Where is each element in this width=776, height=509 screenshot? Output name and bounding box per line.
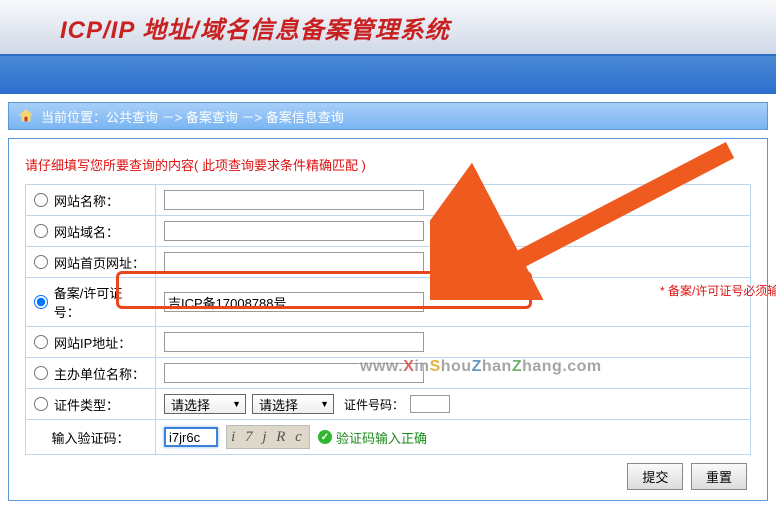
radio-site-home-url[interactable]: 网站首页网址： [34,253,147,272]
radio-cert-type[interactable]: 证件类型： [34,395,147,414]
breadcrumb: 当前位置：公共查询 －> 备案查询 －> 备案信息查询 [8,102,768,130]
captcha-ok: ✓验证码输入正确 [318,428,427,447]
input-site-ip[interactable] [164,332,424,352]
reset-button[interactable]: 重置 [691,463,747,490]
select-cert-type-1[interactable]: 请选择▼ [164,394,246,414]
input-captcha[interactable] [164,427,218,447]
query-form-table: 网站名称： 网站域名： 网站首页网址： 备案/许可证号： 网站IP地址： 主办单… [25,184,751,455]
input-site-domain[interactable] [164,221,424,241]
radio-sponsor-name[interactable]: 主办单位名称： [34,364,147,383]
required-note: * 备案/许可证号必须输入 [660,282,776,299]
captcha-image[interactable]: i 7 j R c [226,425,310,449]
form-instruction: 请仔细填写您所要查询的内容( 此项查询要求条件精确匹配 ) [25,155,751,174]
input-site-home-url[interactable] [164,252,424,272]
button-row: 提交 重置 [25,455,751,490]
input-sponsor-name[interactable] [164,363,424,383]
radio-site-ip[interactable]: 网站IP地址： [34,333,147,352]
select-cert-type-2[interactable]: 请选择▼ [252,394,334,414]
breadcrumb-text: 当前位置：公共查询 －> 备案查询 －> 备案信息查询 [41,107,344,126]
query-form-panel: 请仔细填写您所要查询的内容( 此项查询要求条件精确匹配 ) 网站名称： 网站域名… [8,138,768,501]
home-icon [17,107,35,125]
header-title: ICP/IP 地址/域名信息备案管理系统 [60,10,450,45]
input-site-name[interactable] [164,190,424,210]
radio-record-license[interactable]: 备案/许可证号： [34,283,147,321]
input-record-license[interactable] [164,292,424,312]
input-cert-num[interactable] [410,395,450,413]
blue-band [0,56,776,94]
chevron-down-icon: ▼ [320,399,329,409]
check-icon: ✓ [318,430,332,444]
submit-button[interactable]: 提交 [627,463,683,490]
radio-site-domain[interactable]: 网站域名： [34,222,147,241]
chevron-down-icon: ▼ [232,399,241,409]
radio-site-name[interactable]: 网站名称： [34,191,147,210]
cert-num-label: 证件号码： [344,396,404,413]
captcha-label: 输入验证码： [26,420,156,455]
page-header: ICP/IP 地址/域名信息备案管理系统 [0,0,776,56]
